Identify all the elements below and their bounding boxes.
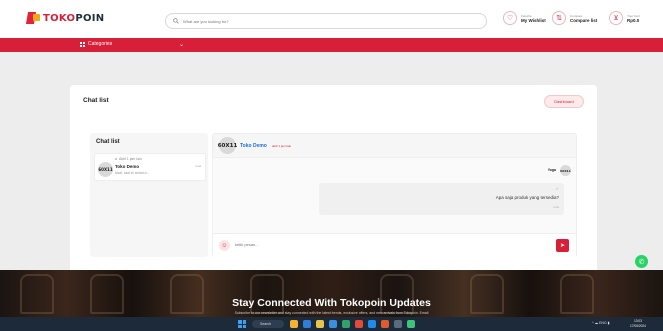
newsletter-title: Stay Connected With Tokopoin Updates	[232, 297, 431, 309]
app-icon[interactable]	[329, 320, 337, 328]
chat-partner-status: aktif 1 jam lalu	[272, 144, 292, 148]
brand-name: TOKOPOIN	[43, 12, 105, 24]
online-status: Aktif 1 jam lalu	[115, 157, 142, 161]
brand-logo[interactable]: TOKOPOIN	[27, 12, 104, 24]
categories-label: Categories	[88, 41, 113, 47]
app-icon[interactable]	[394, 320, 402, 328]
taskbar-search[interactable]: Search	[252, 320, 284, 328]
chevron-down-icon[interactable]: ⌄	[179, 41, 184, 48]
folder-icon[interactable]	[316, 320, 324, 328]
search-bar[interactable]	[165, 13, 487, 29]
chat-header: 60X11 Toko Demo aktif 1 jam lalu	[213, 134, 576, 158]
os-taskbar: Search ^ ☁ ENG ▮ 13:03 17/06/2024	[0, 317, 663, 331]
newsletter-banner	[0, 270, 663, 317]
newsletter-subtitle: Subscribe to our newsletter and stay con…	[234, 311, 429, 315]
chat-list-panel: Chat list Aktif 1 jam lalu 60X11 Toko De…	[90, 133, 208, 257]
logo-mark-icon	[27, 12, 41, 24]
category-nav: Categories ⌄	[0, 38, 663, 52]
message-bubble: ✓ Apa saja produk yang tersedia? now	[319, 183, 564, 215]
windows-start-icon[interactable]	[238, 320, 246, 328]
dashboard-button[interactable]: Dashboard	[544, 95, 584, 108]
wishlist-link[interactable]: ♡ Favorite My Wishlist	[503, 11, 546, 25]
app-icon[interactable]	[290, 320, 298, 328]
app-icon[interactable]	[355, 320, 363, 328]
chat-list-title: Chat list	[96, 139, 120, 145]
categories-menu[interactable]: Categories	[80, 41, 112, 47]
wishlist-label: My Wishlist	[521, 17, 546, 23]
message-composer: ☺ ➤	[213, 233, 576, 257]
search-icon	[173, 18, 179, 24]
whatsapp-button[interactable]: ✆	[635, 255, 648, 268]
site-header: TOKOPOIN ♡ Favorite My Wishlist ⇅ Compar…	[0, 0, 663, 38]
message-sender: Yoga	[547, 168, 556, 172]
compare-label: Compare list	[570, 17, 598, 23]
message-area[interactable]: Yoga 60X11 ✓ Apa saja produk yang tersed…	[213, 158, 576, 233]
send-button[interactable]: ➤	[556, 239, 569, 252]
cart-icon: ⊻	[609, 11, 623, 25]
chat-time: now	[195, 164, 201, 168]
avatar: 60X11	[218, 137, 237, 154]
cart-link[interactable]: ⊻ Your Cart Rp0.0	[609, 11, 640, 25]
chat-page-card: Chat list Dashboard Chat list Aktif 1 ja…	[70, 85, 597, 273]
compare-icon: ⇅	[552, 11, 566, 25]
chat-preview: Maaf, saat ini sedam k...	[115, 171, 150, 175]
compare-link[interactable]: ⇅ Compare Compare list	[552, 11, 597, 25]
browser-icon[interactable]	[368, 320, 376, 328]
cart-total: Rp0.0	[627, 17, 640, 23]
chat-panel: 60X11 Toko Demo aktif 1 jam lalu Yoga 60…	[212, 133, 577, 257]
status-dot-icon	[115, 158, 117, 161]
read-check-icon: ✓	[555, 186, 559, 191]
page-title: Chat list	[83, 97, 109, 104]
search-input[interactable]	[183, 18, 463, 24]
emoji-icon[interactable]: ☺	[219, 240, 230, 251]
app-icon[interactable]	[342, 320, 350, 328]
message-text: Apa saja produk yang tersedia?	[495, 195, 559, 200]
chat-list-item[interactable]: Aktif 1 jam lalu 60X11 Toko Demo now Maa…	[94, 153, 206, 181]
system-tray[interactable]: ^ ☁ ENG ▮	[592, 321, 610, 325]
avatar: 60X11	[98, 162, 113, 177]
chat-contact-name: Toko Demo	[115, 164, 140, 169]
taskbar-clock[interactable]: 13:03 17/06/2024	[630, 319, 646, 328]
app-icon[interactable]	[303, 320, 311, 328]
avatar: 60X11	[560, 165, 571, 176]
grid-icon	[80, 41, 85, 47]
message-input[interactable]	[235, 242, 535, 247]
send-icon: ➤	[559, 243, 566, 249]
whatsapp-icon: ✆	[638, 258, 645, 266]
message-time: now	[553, 205, 559, 209]
chat-partner-name[interactable]: Toko Demo	[240, 143, 267, 149]
app-icon[interactable]	[381, 320, 389, 328]
heart-icon: ♡	[503, 11, 517, 25]
app-icon[interactable]	[407, 320, 415, 328]
